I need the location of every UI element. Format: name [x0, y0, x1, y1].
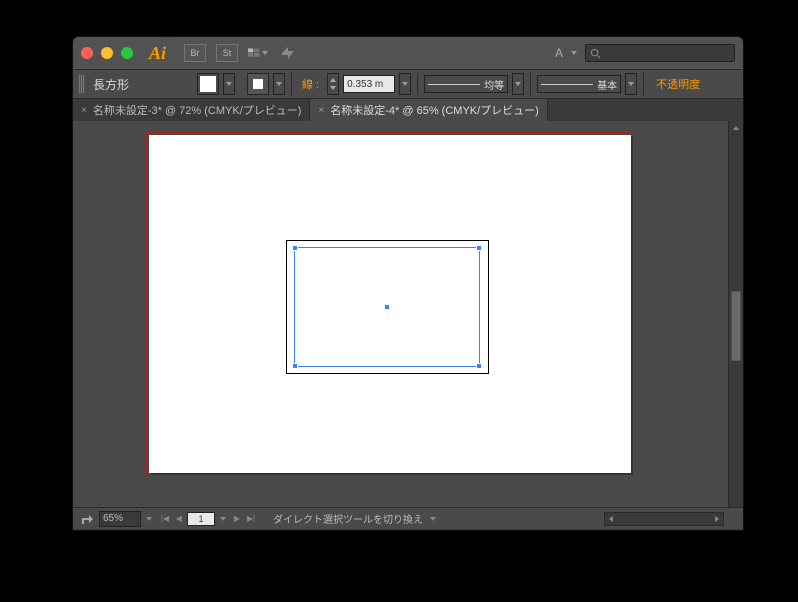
prev-artboard-button[interactable]: ◀ — [173, 512, 185, 526]
last-artboard-button[interactable]: ▶| — [245, 512, 257, 526]
resize-handle-bottom-left[interactable] — [292, 363, 298, 369]
search-input[interactable] — [585, 44, 735, 62]
share-icon[interactable] — [77, 513, 97, 525]
status-bar: 65% |◀ ◀ 1 ▶ ▶| ダイレクト選択ツールを切り換え — [73, 507, 743, 529]
stroke-swatch[interactable] — [247, 73, 269, 95]
control-bar-grip[interactable] — [79, 75, 85, 93]
canvas-viewport[interactable] — [73, 121, 728, 507]
vertical-scrollbar[interactable] — [728, 121, 743, 507]
scroll-right-arrow[interactable] — [711, 516, 723, 522]
next-artboard-button[interactable]: ▶ — [231, 512, 243, 526]
close-tab-icon[interactable]: × — [318, 105, 324, 116]
scroll-up-arrow[interactable] — [729, 121, 743, 135]
center-point-handle[interactable] — [384, 304, 390, 310]
bridge-icon[interactable]: Br — [184, 44, 206, 62]
tool-name-label: 長方形 — [93, 76, 183, 93]
artboard-number-field[interactable]: 1 — [187, 512, 215, 526]
stock-icon[interactable]: St — [216, 44, 238, 62]
profile-dd-arrow[interactable] — [512, 73, 524, 95]
resize-handle-top-right[interactable] — [476, 245, 482, 251]
zoom-dropdown[interactable] — [143, 517, 155, 521]
arrange-documents-icon[interactable] — [248, 44, 268, 62]
artboard-nav: |◀ ◀ 1 ▶ ▶| — [159, 512, 257, 526]
app-window: Ai Br St A 長方形 線 : — [72, 36, 744, 531]
maximize-window-button[interactable] — [121, 47, 133, 59]
opacity-label[interactable]: 不透明度 — [656, 76, 700, 92]
titlebar: Ai Br St A — [73, 37, 743, 69]
stroke-dropdown[interactable] — [273, 73, 285, 95]
tab-label: 名称未設定-4* @ 65% (CMYK/プレビュー) — [330, 102, 539, 118]
selection-bounding-box[interactable] — [294, 247, 480, 367]
canvas-area — [73, 121, 743, 507]
window-controls — [81, 47, 133, 59]
search-icon — [590, 48, 601, 59]
app-logo: Ai — [149, 43, 166, 64]
fill-swatch[interactable] — [197, 73, 219, 95]
status-hint: ダイレクト選択ツールを切り換え — [273, 511, 423, 526]
type-sample[interactable]: A — [555, 46, 563, 60]
titlebar-right: A — [555, 44, 735, 62]
horizontal-scrollbar[interactable] — [604, 512, 724, 526]
resize-handle-bottom-right[interactable] — [476, 363, 482, 369]
minimize-window-button[interactable] — [101, 47, 113, 59]
brush-dd-arrow[interactable] — [625, 73, 637, 95]
stroke-weight-dropdown[interactable] — [399, 73, 411, 95]
document-tabs: × 名称未設定-3* @ 72% (CMYK/プレビュー) × 名称未設定-4*… — [73, 99, 743, 121]
scroll-left-arrow[interactable] — [605, 516, 617, 522]
fill-dropdown[interactable] — [223, 73, 235, 95]
stroke-label: 線 : — [302, 76, 319, 92]
stroke-weight-stepper[interactable] — [327, 73, 339, 95]
document-tab-1[interactable]: × 名称未設定-3* @ 72% (CMYK/プレビュー) — [73, 99, 310, 121]
gpu-performance-icon[interactable] — [278, 44, 298, 62]
title-icon-group: Br St — [184, 44, 298, 62]
type-dropdown-icon[interactable] — [571, 51, 577, 55]
vertical-scroll-thumb[interactable] — [731, 291, 741, 361]
artboard-dropdown[interactable] — [217, 517, 229, 521]
first-artboard-button[interactable]: |◀ — [159, 512, 171, 526]
tab-label: 名称未設定-3* @ 72% (CMYK/プレビュー) — [93, 102, 302, 118]
control-bar: 長方形 線 : 0.353 m 均等 基本 不透明度 — [73, 69, 743, 99]
variable-width-profile-dropdown[interactable]: 均等 — [424, 75, 508, 93]
profile-label: 均等 — [484, 77, 504, 92]
brush-definition-dropdown[interactable]: 基本 — [537, 75, 621, 93]
close-window-button[interactable] — [81, 47, 93, 59]
close-tab-icon[interactable]: × — [81, 105, 87, 116]
stroke-weight-field[interactable]: 0.353 m — [343, 75, 395, 93]
brush-label: 基本 — [597, 77, 617, 92]
zoom-field[interactable]: 65% — [99, 511, 141, 527]
resize-corner[interactable] — [724, 508, 739, 530]
status-hint-dropdown[interactable] — [427, 517, 439, 521]
resize-handle-top-left[interactable] — [292, 245, 298, 251]
document-tab-2[interactable]: × 名称未設定-4* @ 65% (CMYK/プレビュー) — [310, 99, 547, 121]
